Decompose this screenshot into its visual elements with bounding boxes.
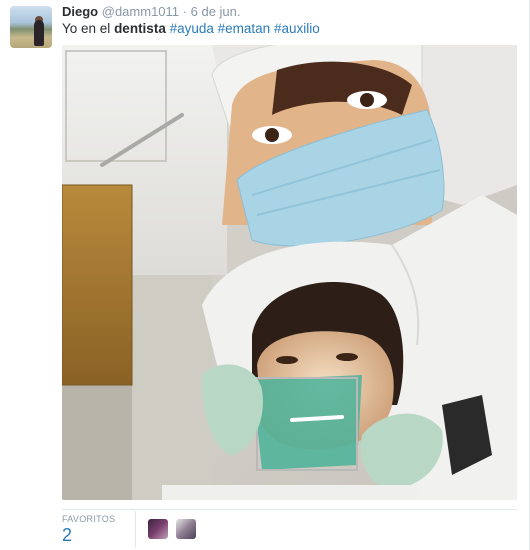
tweet-header: Diego @damm1011 · 6 de jun. bbox=[62, 4, 241, 20]
favorites-label: FAVORITOS bbox=[62, 514, 116, 524]
tweet-text-plain: Yo en el bbox=[62, 21, 115, 36]
hashtag-auxilio[interactable]: #auxilio bbox=[274, 21, 320, 36]
tweet-text: Yo en el dentista #ayuda #ematan #auxili… bbox=[62, 20, 320, 38]
stats-divider bbox=[62, 509, 517, 510]
tweet-photo[interactable] bbox=[62, 45, 517, 500]
avatar-figure bbox=[34, 20, 44, 46]
user-fullname[interactable]: Diego bbox=[62, 4, 98, 19]
user-avatar[interactable] bbox=[10, 6, 52, 48]
photo-illustration bbox=[62, 45, 517, 500]
tweet-card: Diego @damm1011 · 6 de jun. Yo en el den… bbox=[0, 0, 530, 550]
hashtag-ematan[interactable]: #ematan bbox=[218, 21, 271, 36]
favorites-vertical-divider bbox=[135, 511, 136, 548]
user-username[interactable]: @damm1011 bbox=[102, 4, 179, 19]
favoriter-avatar[interactable] bbox=[176, 519, 196, 539]
tweet-timestamp[interactable]: 6 de jun. bbox=[191, 4, 241, 19]
header-separator: · bbox=[182, 4, 187, 19]
favorites-count[interactable]: 2 bbox=[62, 525, 72, 546]
hashtag-ayuda[interactable]: #ayuda bbox=[170, 21, 214, 36]
tweet-text-keyword: dentista bbox=[114, 21, 166, 36]
favoriter-avatar[interactable] bbox=[148, 519, 168, 539]
